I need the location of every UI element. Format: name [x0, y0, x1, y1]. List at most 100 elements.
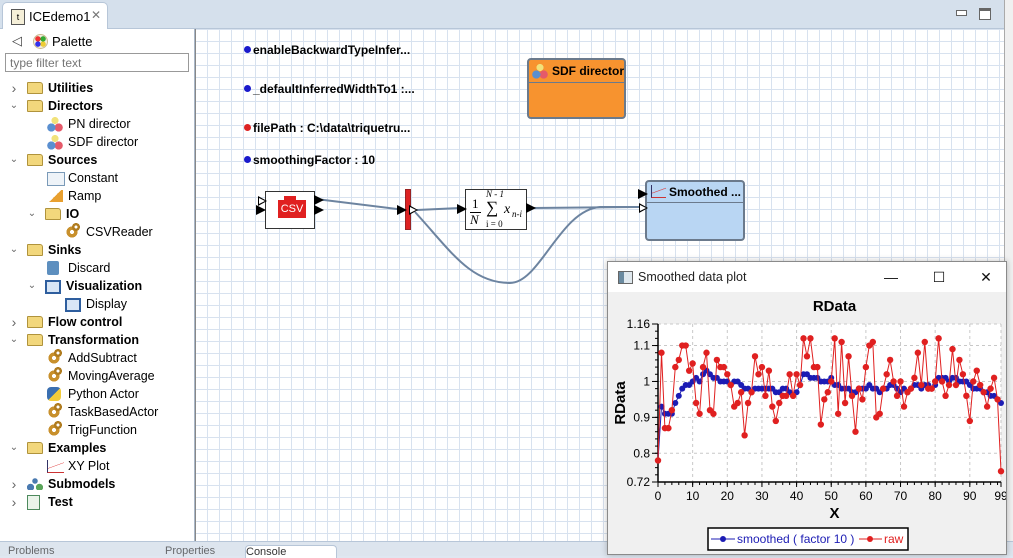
- minimize-icon[interactable]: —: [876, 266, 906, 288]
- output-port-icon[interactable]: [526, 203, 536, 213]
- raw-data-point: [793, 371, 800, 378]
- x-tick-label: 90: [963, 489, 977, 503]
- plot-window-titlebar[interactable]: Smoothed data plot — ☐ ✕: [608, 262, 1006, 292]
- smoothed-data-point: [675, 392, 682, 399]
- formula-denominator: N: [470, 212, 479, 227]
- input-port-icon[interactable]: [638, 189, 648, 199]
- x-tick-label: 40: [790, 489, 804, 503]
- raw-data-point: [786, 371, 793, 378]
- csv-icon: CSV: [278, 196, 306, 218]
- raw-data-point: [685, 367, 693, 374]
- x-axis-label: X: [829, 505, 839, 522]
- smoothed-plot-actor[interactable]: Smoothed ...: [645, 180, 745, 241]
- raw-data-point: [720, 363, 728, 371]
- relation-wire[interactable]: [315, 198, 406, 211]
- input-port-icon[interactable]: [397, 205, 407, 215]
- raw-data-point: [769, 403, 776, 410]
- raw-data-point: [828, 378, 835, 385]
- raw-data-point: [869, 338, 877, 346]
- raw-data-point: [977, 381, 984, 389]
- maximize-icon[interactable]: ☐: [924, 266, 954, 288]
- raw-data-point: [803, 353, 811, 360]
- raw-data-point: [862, 363, 870, 371]
- csv-label: CSV: [280, 203, 304, 215]
- raw-data-point: [710, 410, 717, 417]
- raw-data-point: [789, 392, 797, 400]
- x-tick-label: 50: [825, 489, 839, 503]
- raw-data-point: [713, 356, 721, 364]
- y-tick-label: 0.8: [633, 446, 650, 460]
- raw-data-point: [938, 378, 946, 385]
- raw-data-point: [900, 403, 908, 410]
- raw-data-point: [776, 399, 783, 407]
- legend-marker-raw: [867, 536, 873, 542]
- tab-console[interactable]: Console: [245, 545, 337, 558]
- raw-data-point: [980, 389, 987, 396]
- raw-data-point: [956, 356, 963, 364]
- raw-data-point: [883, 371, 890, 378]
- director-title: SDF director: [552, 64, 625, 78]
- raw-data-point: [959, 371, 967, 378]
- csv-reader-actor[interactable]: CSV: [265, 191, 315, 229]
- raw-data-point: [692, 399, 700, 407]
- raw-data-point: [970, 378, 977, 385]
- output-port-icon[interactable]: [409, 205, 418, 215]
- legend-marker-smoothed: [720, 536, 726, 542]
- x-tick-label: 20: [721, 489, 735, 503]
- raw-data-point: [886, 356, 894, 364]
- rdata-chart: RData 0 10 20 30 40 50 60 70 80 90 99 0.72 0.8 0.9 1 1.1…: [612, 298, 1006, 551]
- output-port-icon[interactable]: [314, 195, 324, 205]
- raw-data-point: [800, 335, 807, 342]
- raw-data-point: [855, 385, 863, 392]
- raw-data-point: [762, 392, 769, 400]
- tab-properties[interactable]: Properties: [165, 545, 240, 557]
- formula-subscript: n-i: [512, 209, 522, 219]
- moving-average-actor[interactable]: 1 N N - 1 ∑ i = 0 x n-i: [465, 189, 527, 230]
- relation-wire[interactable]: [416, 207, 461, 211]
- x-tick-label: 70: [894, 489, 908, 503]
- raw-data-point: [994, 396, 1001, 403]
- raw-data-point: [907, 385, 915, 392]
- raw-data-point: [914, 349, 922, 356]
- x-tick-label: 99: [994, 489, 1006, 503]
- raw-data-point: [675, 356, 682, 364]
- formula-numerator: 1: [472, 196, 479, 211]
- x-tick-label: 10: [686, 489, 700, 503]
- raw-data-point: [654, 457, 662, 464]
- raw-data-point: [935, 335, 942, 342]
- raw-data-point: [782, 392, 790, 400]
- raw-data-point: [748, 389, 755, 396]
- output-port-icon[interactable]: [314, 205, 324, 215]
- input-port-icon[interactable]: [256, 205, 266, 215]
- raw-data-point: [741, 432, 748, 439]
- input-port-icon[interactable]: [639, 203, 648, 213]
- tab-problems[interactable]: Problems: [8, 545, 158, 557]
- raw-data-point: [876, 410, 883, 417]
- raw-data-point: [838, 338, 845, 346]
- raw-data-point: [696, 410, 703, 417]
- raw-data-point: [987, 385, 994, 392]
- raw-data-point: [734, 399, 741, 407]
- raw-data-point: [897, 378, 904, 385]
- raw-data-point: [665, 424, 672, 432]
- raw-data-point: [737, 389, 745, 396]
- y-tick-label: 0.9: [633, 410, 650, 424]
- smoothed-data-point: [672, 400, 679, 406]
- raw-data-point: [817, 421, 825, 428]
- raw-data-point: [824, 389, 831, 396]
- raw-data-point: [699, 363, 707, 371]
- window-icon: [618, 271, 633, 284]
- raw-data-point: [942, 392, 949, 400]
- input-port-icon[interactable]: [457, 204, 467, 214]
- sdf-director[interactable]: SDF director: [527, 58, 626, 119]
- raw-data-point: [949, 345, 956, 353]
- raw-data-point: [859, 396, 866, 403]
- raw-data-point: [931, 378, 939, 385]
- raw-data-point: [724, 371, 731, 378]
- raw-data-point: [921, 338, 928, 346]
- raw-data-point: [841, 399, 849, 407]
- raw-data-point: [658, 349, 665, 356]
- plot-window-title: Smoothed data plot: [638, 270, 747, 284]
- raw-data-point: [831, 335, 838, 342]
- close-icon[interactable]: ✕: [971, 266, 1001, 288]
